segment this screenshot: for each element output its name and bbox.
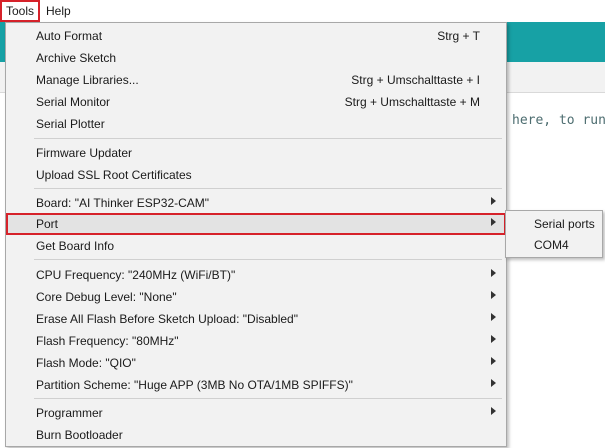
editor-code-text: here, to run [512, 113, 605, 128]
menu-item-flash-mode[interactable]: Flash Mode: "QIO" [6, 352, 506, 374]
submenu-arrow-icon [491, 313, 496, 321]
menu-tools[interactable]: Tools [0, 0, 41, 22]
menu-separator [34, 398, 502, 399]
menu-item-partition-scheme[interactable]: Partition Scheme: "Huge APP (3MB No OTA/… [6, 374, 506, 396]
menu-item-label: Flash Frequency: "80MHz" [36, 334, 179, 348]
menu-item-shortcut: Strg + Umschalttaste + I [351, 73, 480, 87]
menu-item-label: Auto Format [36, 29, 103, 43]
menu-item-label: Partition Scheme: "Huge APP (3MB No OTA/… [36, 378, 353, 392]
menu-item-label: Serial Plotter [36, 117, 105, 131]
menu-item-upload-ssl[interactable]: Upload SSL Root Certificates [6, 164, 506, 186]
menu-separator [34, 259, 502, 260]
submenu-arrow-icon [491, 335, 496, 343]
submenu-header-serial-ports: Serial ports [506, 214, 602, 234]
menu-item-label: Upload SSL Root Certificates [36, 168, 192, 182]
menu-item-flash-frequency[interactable]: Flash Frequency: "80MHz" [6, 330, 506, 352]
menu-help[interactable]: Help [42, 2, 75, 20]
menu-item-serial-plotter[interactable]: Serial Plotter [6, 113, 506, 135]
menu-item-port[interactable]: Port [6, 213, 506, 235]
menu-item-label: Burn Bootloader [36, 428, 123, 442]
menu-item-shortcut: Strg + T [437, 29, 480, 43]
menu-item-label: Erase All Flash Before Sketch Upload: "D… [36, 312, 298, 326]
submenu-arrow-icon [491, 379, 496, 387]
menu-item-label: Firmware Updater [36, 146, 133, 160]
menu-item-cpu-frequency[interactable]: CPU Frequency: "240MHz (WiFi/BT)" [6, 264, 506, 286]
menu-item-shortcut: Strg + Umschalttaste + M [344, 95, 480, 109]
submenu-arrow-icon [491, 291, 496, 299]
menu-item-label: Board: "AI Thinker ESP32-CAM" [36, 196, 210, 210]
menu-item-label: Programmer [36, 406, 103, 420]
submenu-arrow-icon [491, 269, 496, 277]
submenu-item-label: COM4 [534, 238, 569, 252]
menu-item-label: Flash Mode: "QIO" [36, 356, 136, 370]
submenu-arrow-icon [491, 407, 496, 415]
menu-item-firmware-updater[interactable]: Firmware Updater [6, 142, 506, 164]
submenu-arrow-icon [491, 357, 496, 365]
menu-separator [34, 138, 502, 139]
menu-item-label: Core Debug Level: "None" [36, 290, 177, 304]
menu-item-auto-format[interactable]: Auto Format Strg + T [6, 25, 506, 47]
menu-item-serial-monitor[interactable]: Serial Monitor Strg + Umschalttaste + M [6, 91, 506, 113]
menu-item-label: Serial Monitor [36, 95, 111, 109]
menu-item-board[interactable]: Board: "AI Thinker ESP32-CAM" [6, 192, 506, 214]
menu-item-get-board-info[interactable]: Get Board Info [6, 235, 506, 257]
menu-item-programmer[interactable]: Programmer [6, 402, 506, 424]
menu-item-manage-libraries[interactable]: Manage Libraries... Strg + Umschalttaste… [6, 69, 506, 91]
menu-item-core-debug-level[interactable]: Core Debug Level: "None" [6, 286, 506, 308]
submenu-arrow-icon [491, 218, 496, 226]
submenu-header-label: Serial ports [534, 217, 595, 231]
menu-item-label: Manage Libraries... [36, 73, 139, 87]
port-submenu: Serial ports COM4 [505, 210, 603, 258]
menu-item-archive-sketch[interactable]: Archive Sketch [6, 47, 506, 69]
menu-item-label: Port [36, 217, 59, 231]
tools-menu: Auto Format Strg + T Archive Sketch Mana… [5, 22, 507, 447]
menu-separator [34, 188, 502, 189]
menu-item-erase-all-flash[interactable]: Erase All Flash Before Sketch Upload: "D… [6, 308, 506, 330]
menu-item-label: Get Board Info [36, 239, 115, 253]
menu-item-label: Archive Sketch [36, 51, 117, 65]
menu-item-burn-bootloader[interactable]: Burn Bootloader [6, 424, 506, 446]
menu-bar: Tools Help [0, 0, 605, 22]
submenu-arrow-icon [491, 197, 496, 205]
submenu-item-com4[interactable]: COM4 [506, 235, 602, 255]
menu-item-label: CPU Frequency: "240MHz (WiFi/BT)" [36, 268, 236, 282]
